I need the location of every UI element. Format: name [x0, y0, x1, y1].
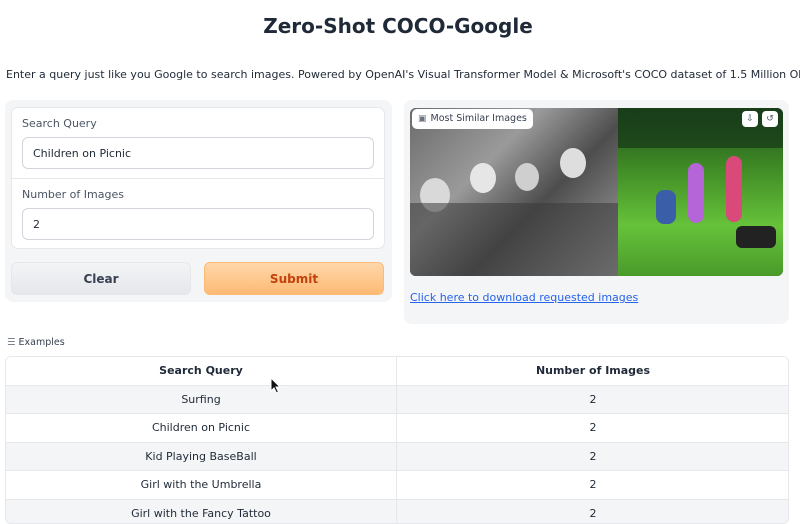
table-row[interactable]: Girl with the Fancy Tattoo 2: [6, 499, 788, 523]
photo-detail: [410, 203, 618, 276]
table-cell-query: Children on Picnic: [6, 414, 397, 442]
photo-detail: [470, 163, 496, 193]
photo-detail: [618, 108, 783, 148]
table-cell-count: 2: [589, 506, 597, 520]
table-cell-query: Girl with the Fancy Tattoo: [6, 499, 397, 523]
submit-button[interactable]: Submit: [204, 262, 384, 295]
photo-detail: [656, 190, 676, 224]
gallery-image-2[interactable]: [618, 108, 783, 276]
examples-label-text: Examples: [18, 337, 65, 348]
list-icon: ☰: [7, 337, 16, 348]
page-description: Enter a query just like you Google to se…: [6, 68, 800, 81]
gallery-label: ▣ Most Similar Images: [412, 109, 533, 129]
examples-label: ☰ Examples: [7, 337, 65, 348]
download-icon[interactable]: ⇩: [742, 111, 758, 127]
table-cell-query: Kid Playing BaseBall: [6, 442, 397, 470]
table-cell-count: 2: [589, 449, 597, 463]
table-header-number-of-images: Number of Images: [535, 364, 651, 377]
table-header-search-query: Search Query: [6, 357, 397, 385]
number-of-images-input[interactable]: 2: [22, 208, 374, 240]
image-icon: ▣: [418, 114, 427, 124]
photo-detail: [560, 148, 586, 178]
share-icon[interactable]: ↺: [762, 111, 778, 127]
table-cell-count: 2: [589, 478, 597, 491]
clear-button[interactable]: Clear: [11, 262, 191, 295]
table-row[interactable]: Children on Picnic 2: [6, 414, 788, 443]
photo-detail: [515, 163, 539, 191]
number-of-images-label: Number of Images: [22, 188, 124, 201]
table-row[interactable]: Kid Playing BaseBall 2: [6, 442, 788, 471]
photo-detail: [688, 163, 704, 223]
table-header-row: Search Query Number of Images: [6, 357, 788, 386]
output-panel: ▣ Most Similar Images ⇩ ↺ Click here to d…: [404, 100, 789, 324]
image-gallery: ▣ Most Similar Images ⇩ ↺: [410, 108, 783, 276]
examples-table: Search Query Number of Images Surfing 2 …: [5, 356, 789, 524]
gallery-label-text: Most Similar Images: [430, 113, 527, 124]
search-query-label: Search Query: [22, 117, 97, 130]
search-query-input[interactable]: Children on Picnic: [22, 137, 374, 169]
photo-detail: [736, 226, 776, 248]
table-cell-query: Surfing: [6, 385, 397, 413]
input-panel: Search Query Children on Picnic Number o…: [5, 100, 392, 302]
table-cell-query: Girl with the Umbrella: [6, 471, 397, 499]
download-images-link[interactable]: Click here to download requested images: [410, 291, 638, 304]
page-title: Zero-Shot COCO-Google: [263, 14, 533, 38]
photo-detail: [726, 156, 742, 222]
table-row[interactable]: Surfing 2: [6, 385, 788, 414]
table-row[interactable]: Girl with the Umbrella 2: [6, 471, 788, 500]
table-cell-count: 2: [589, 392, 597, 406]
form-box: Search Query Children on Picnic Number o…: [11, 107, 385, 249]
gallery-image-1[interactable]: [410, 108, 618, 276]
table-cell-count: 2: [589, 421, 597, 434]
mouse-cursor-icon: [270, 376, 282, 394]
form-divider: [12, 178, 384, 179]
